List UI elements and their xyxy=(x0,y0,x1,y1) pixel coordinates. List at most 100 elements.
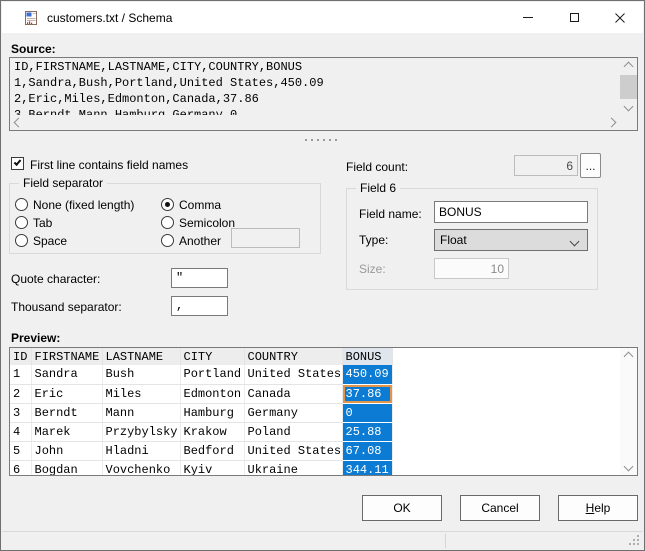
table-cell[interactable]: Hladni xyxy=(102,441,180,460)
thousand-separator-input[interactable] xyxy=(171,296,228,316)
table-cell-selected[interactable]: 344.11 xyxy=(342,460,392,476)
column-header-lastname[interactable]: LASTNAME xyxy=(102,348,180,365)
resize-grip[interactable] xyxy=(637,543,639,545)
quote-character-label: Quote character: xyxy=(11,272,100,286)
scroll-up-button[interactable] xyxy=(620,350,637,363)
table-row: 6 Bogdan Vovchenko Kyiv Ukraine 344.11 xyxy=(10,460,392,476)
splitter-handle[interactable] xyxy=(305,139,337,141)
table-cell[interactable]: Bush xyxy=(102,365,180,384)
another-separator-input[interactable] xyxy=(231,228,300,248)
table-cell-focused[interactable]: 37.86 xyxy=(342,384,392,403)
table-cell[interactable]: Ukraine xyxy=(244,460,342,476)
column-header-city[interactable]: CITY xyxy=(180,348,244,365)
table-cell[interactable]: 5 xyxy=(10,441,31,460)
preview-vertical-scrollbar[interactable] xyxy=(620,348,637,475)
source-line: 2,Eric,Miles,Edmonton,Canada,37.86 xyxy=(14,92,624,108)
scroll-down-button[interactable] xyxy=(620,100,637,113)
table-cell[interactable]: Vovchenko xyxy=(102,460,180,476)
chevron-right-icon xyxy=(607,118,617,128)
source-vertical-scrollbar[interactable] xyxy=(620,58,637,115)
radio-semicolon-label[interactable]: Semicolon xyxy=(179,216,235,230)
column-header-bonus[interactable]: BONUS xyxy=(342,348,392,365)
type-label: Type: xyxy=(359,233,388,247)
table-cell-selected[interactable]: 67.08 xyxy=(342,441,392,460)
status-bar xyxy=(2,531,643,549)
table-cell[interactable]: 6 xyxy=(10,460,31,476)
table-cell[interactable]: Marek xyxy=(31,422,102,441)
table-cell[interactable]: Berndt xyxy=(31,403,102,422)
table-cell-selected[interactable]: 25.88 xyxy=(342,422,392,441)
table-cell[interactable]: Poland xyxy=(244,422,342,441)
column-header-id[interactable]: ID xyxy=(10,348,31,365)
maximize-button[interactable] xyxy=(551,2,597,33)
scroll-up-button[interactable] xyxy=(620,60,637,73)
scroll-down-button[interactable] xyxy=(620,460,637,473)
help-button[interactable]: Help xyxy=(558,495,638,521)
radio-comma[interactable] xyxy=(161,198,174,211)
first-line-checkbox-label[interactable]: First line contains field names xyxy=(30,158,188,172)
table-cell[interactable]: 3 xyxy=(10,403,31,422)
table-cell[interactable]: 4 xyxy=(10,422,31,441)
table-cell[interactable]: Bedford xyxy=(180,441,244,460)
table-cell[interactable]: 1 xyxy=(10,365,31,384)
radio-tab-label[interactable]: Tab xyxy=(33,216,52,230)
table-cell[interactable]: Miles xyxy=(102,384,180,403)
source-textarea[interactable]: ID,FIRSTNAME,LASTNAME,CITY,COUNTRY,BONUS… xyxy=(9,57,638,131)
ok-button[interactable]: OK xyxy=(362,495,442,521)
table-cell[interactable]: Krakow xyxy=(180,422,244,441)
cancel-button-label: Cancel xyxy=(481,501,518,515)
radio-none-label[interactable]: None (fixed length) xyxy=(33,198,134,212)
table-cell[interactable]: Edmonton xyxy=(180,384,244,403)
table-cell[interactable]: Bogdan xyxy=(31,460,102,476)
maximize-icon xyxy=(570,13,579,22)
table-row: 5 John Hladni Bedford United States 67.0… xyxy=(10,441,392,460)
type-select[interactable]: Float xyxy=(434,229,588,251)
chevron-down-icon xyxy=(624,102,634,112)
preview-panel: ID FIRSTNAME LASTNAME CITY COUNTRY BONUS… xyxy=(9,347,638,476)
status-bar-divider xyxy=(445,534,446,548)
radio-comma-label[interactable]: Comma xyxy=(179,198,221,212)
radio-another[interactable] xyxy=(161,234,174,247)
table-cell[interactable]: Sandra xyxy=(31,365,102,384)
cancel-button[interactable]: Cancel xyxy=(460,495,540,521)
table-cell[interactable]: Kyiv xyxy=(180,460,244,476)
radio-semicolon[interactable] xyxy=(161,216,174,229)
minimize-button[interactable] xyxy=(505,2,551,33)
field-count-input xyxy=(514,155,578,176)
type-select-value: Float xyxy=(440,233,467,247)
minimize-icon xyxy=(523,17,533,18)
field-name-input[interactable] xyxy=(434,201,588,223)
scroll-right-button[interactable] xyxy=(605,115,618,130)
table-cell[interactable]: Mann xyxy=(102,403,180,422)
more-fields-button[interactable]: ... xyxy=(580,153,601,178)
table-cell[interactable]: 2 xyxy=(10,384,31,403)
quote-character-input[interactable] xyxy=(171,268,228,288)
table-cell[interactable]: Canada xyxy=(244,384,342,403)
table-cell-selected[interactable]: 450.09 xyxy=(342,365,392,384)
radio-space-label[interactable]: Space xyxy=(33,234,67,248)
source-horizontal-scrollbar[interactable] xyxy=(10,115,620,130)
radio-none-fixed-length[interactable] xyxy=(15,198,28,211)
radio-space[interactable] xyxy=(15,234,28,247)
field-name-label: Field name: xyxy=(359,207,422,221)
size-label: Size: xyxy=(359,262,386,276)
table-cell[interactable]: United States xyxy=(244,365,342,384)
radio-tab[interactable] xyxy=(15,216,28,229)
table-cell-selected[interactable]: 0 xyxy=(342,403,392,422)
preview-table[interactable]: ID FIRSTNAME LASTNAME CITY COUNTRY BONUS… xyxy=(10,348,393,476)
scroll-left-button[interactable] xyxy=(12,115,25,130)
table-cell[interactable]: Portland xyxy=(180,365,244,384)
first-line-checkbox[interactable] xyxy=(11,157,24,170)
column-header-firstname[interactable]: FIRSTNAME xyxy=(31,348,102,365)
radio-another-label[interactable]: Another xyxy=(179,234,221,248)
close-button[interactable] xyxy=(597,2,643,33)
column-header-country[interactable]: COUNTRY xyxy=(244,348,342,365)
table-cell[interactable]: Eric xyxy=(31,384,102,403)
table-cell[interactable]: John xyxy=(31,441,102,460)
table-cell[interactable]: United States xyxy=(244,441,342,460)
schema-file-icon xyxy=(23,10,39,26)
table-cell[interactable]: Przybylsky xyxy=(102,422,180,441)
table-cell[interactable]: Germany xyxy=(244,403,342,422)
table-cell[interactable]: Hamburg xyxy=(180,403,244,422)
scrollbar-thumb[interactable] xyxy=(620,75,637,99)
